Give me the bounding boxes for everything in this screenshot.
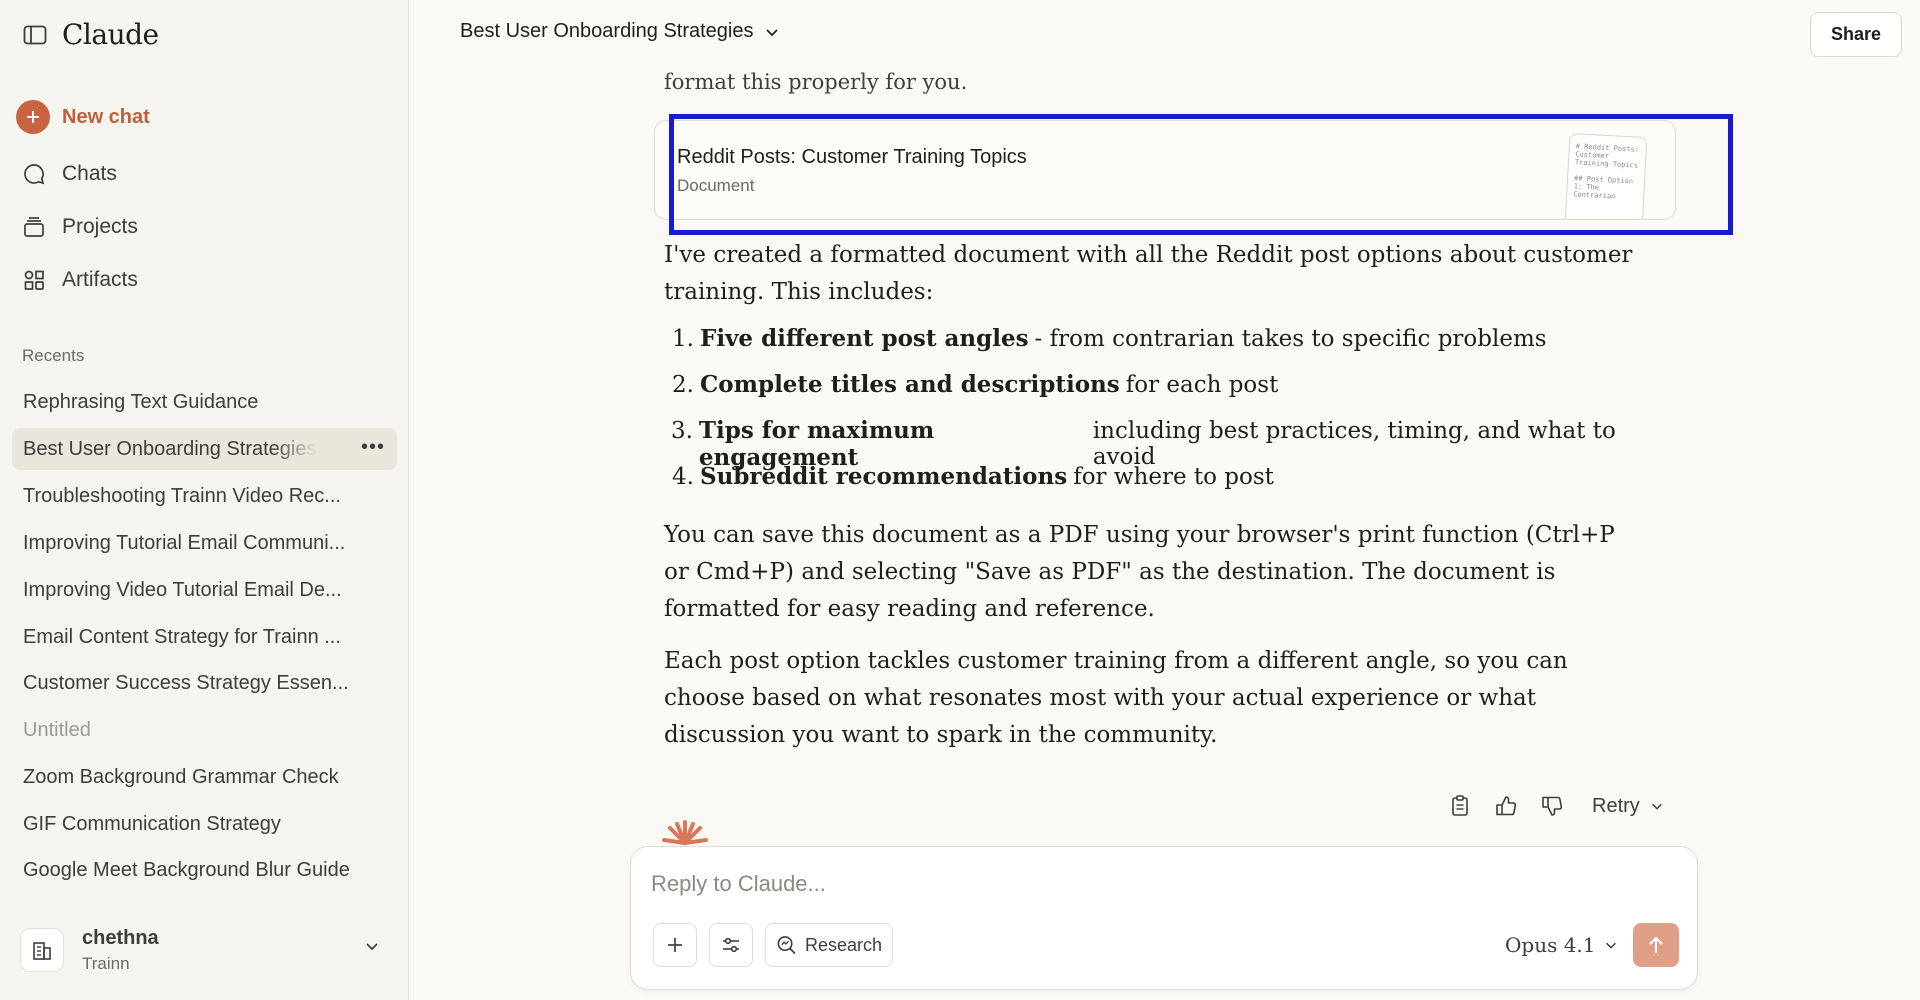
chat-bubble-icon: [22, 162, 46, 186]
arrow-up-icon: [1649, 936, 1663, 953]
brand-logo[interactable]: Claude: [62, 18, 159, 51]
artifact-card[interactable]: Reddit Posts: Customer Training Topics D…: [654, 120, 1676, 220]
list-item-bold: Complete titles and descriptions: [700, 371, 1120, 398]
building-icon: [20, 928, 64, 972]
message-list: 1. Five different post angles - from contr…: [664, 325, 1664, 509]
list-item-text: for where to post: [1073, 464, 1274, 490]
new-chat-label: New chat: [62, 105, 150, 128]
folder-stack-icon: [22, 215, 46, 239]
conversation-title-dropdown[interactable]: Best User Onboarding Strategies: [460, 20, 780, 43]
nav-artifacts-label: Artifacts: [62, 268, 138, 291]
claude-spark-icon: [660, 818, 710, 848]
plus-icon: [668, 938, 682, 952]
sliders-icon: [723, 937, 739, 953]
research-button[interactable]: Research: [765, 923, 893, 967]
list-item: 1. Five different post angles - from contr…: [664, 325, 1664, 371]
chevron-down-icon: [764, 24, 780, 40]
recent-chat-item[interactable]: Untitled: [12, 709, 397, 751]
list-item: 2. Complete titles and descriptions for ea…: [664, 371, 1664, 417]
recent-chat-item[interactable]: Improving Video Tutorial Email De...: [12, 569, 397, 611]
recent-chat-title: Rephrasing Text Guidance: [23, 390, 259, 413]
recent-chat-title: Improving Video Tutorial Email De...: [23, 578, 342, 601]
artifact-thumbnail: # Reddit Posts: Customer Training Topics…: [1564, 133, 1648, 219]
list-item-bold: Five different post angles: [700, 325, 1029, 352]
recent-chat-item[interactable]: Rephrasing Text Guidance: [12, 381, 397, 423]
nav-chats[interactable]: Chats: [22, 162, 117, 186]
research-search-icon: [777, 936, 796, 955]
user-name: chethna: [82, 926, 159, 949]
artifact-title: Reddit Posts: Customer Training Topics: [677, 146, 1027, 168]
research-label: Research: [804, 934, 882, 955]
send-button[interactable]: [1633, 923, 1679, 967]
recent-chat-item-active[interactable]: Best User Onboarding Strategies •••: [12, 428, 397, 470]
recent-chat-title: Improving Tutorial Email Communi...: [23, 531, 346, 554]
message-paragraph: Each post option tackles customer traini…: [664, 648, 1568, 748]
retry-button[interactable]: Retry: [1592, 795, 1664, 818]
recent-chat-item[interactable]: Google Meet Background Blur Guide: [12, 849, 397, 891]
recent-chat-item[interactable]: Customer Success Strategy Essen...: [12, 662, 397, 704]
sidebar-top: Claude: [22, 18, 159, 51]
chevron-down-icon: [1651, 803, 1662, 810]
list-number: 2.: [672, 372, 694, 398]
nav-projects-label: Projects: [62, 215, 138, 238]
recent-chat-item[interactable]: Improving Tutorial Email Communi...: [12, 522, 397, 564]
user-org: Trainn: [82, 953, 130, 973]
artifact-type: Document: [677, 176, 755, 195]
message-paragraph: I've created a formatted document with a…: [664, 242, 1633, 305]
message-actions: Retry: [1440, 788, 1664, 824]
recent-chat-item[interactable]: Zoom Background Grammar Check: [12, 756, 397, 798]
nav-chats-label: Chats: [62, 162, 117, 185]
message-text-fragment: format this properly for you.: [664, 70, 968, 94]
chevron-down-icon: [364, 938, 380, 959]
message-paragraph: You can save this document as a PDF usin…: [664, 522, 1615, 622]
recent-chat-title: Untitled: [23, 718, 91, 741]
nav-projects[interactable]: Projects: [22, 215, 138, 239]
recent-chat-title: Best User Onboarding Strategies: [23, 437, 317, 460]
recent-chat-title: Email Content Strategy for Trainn ...: [23, 625, 341, 648]
list-item-text: including best practices, timing, and wh…: [1092, 418, 1616, 470]
chevron-down-icon: [1605, 942, 1616, 949]
add-attachment-button[interactable]: [653, 923, 697, 967]
list-item-text: - from contrarian takes to specific prob…: [1034, 326, 1547, 352]
copy-icon[interactable]: [1440, 788, 1480, 824]
list-item: 3. Tips for maximum engagement including b…: [664, 417, 1664, 471]
nav-artifacts[interactable]: Artifacts: [22, 268, 138, 292]
user-menu[interactable]: chethna Trainn: [20, 922, 380, 978]
recent-chat-title: Google Meet Background Blur Guide: [23, 858, 350, 881]
thumbs-up-icon[interactable]: [1486, 788, 1526, 824]
recents-heading: Recents: [22, 346, 85, 365]
list-number: 1.: [672, 326, 694, 352]
retry-label: Retry: [1592, 794, 1640, 817]
recent-chat-item[interactable]: GIF Communication Strategy: [12, 803, 397, 845]
new-chat-button[interactable]: New chat: [16, 100, 150, 134]
recent-chat-title: Customer Success Strategy Essen...: [23, 671, 349, 694]
recent-chat-title: Troubleshooting Trainn Video Rec...: [23, 484, 341, 507]
conversation-title: Best User Onboarding Strategies: [460, 20, 754, 42]
list-number: 4.: [672, 464, 694, 490]
sidebar-toggle-icon[interactable]: [22, 22, 48, 48]
list-item-text: for each post: [1125, 372, 1279, 398]
composer: Research Opus 4.1: [630, 846, 1698, 990]
thumbs-down-icon[interactable]: [1532, 788, 1572, 824]
conversation-header: Best User Onboarding Strategies Share: [410, 0, 1920, 68]
model-name: Opus 4.1: [1505, 933, 1596, 957]
artifact-thumbnail-text: # Reddit Posts: Customer Training Topics…: [1573, 142, 1644, 201]
recent-chat-title: Zoom Background Grammar Check: [23, 765, 339, 788]
recent-chat-title: GIF Communication Strategy: [23, 812, 281, 835]
reply-input[interactable]: [651, 871, 1551, 897]
sidebar: Claude New chat Chats Projects Artifacts…: [0, 0, 409, 1000]
model-selector[interactable]: Opus 4.1: [1505, 933, 1618, 957]
tools-button[interactable]: [709, 923, 753, 967]
share-button[interactable]: Share: [1810, 12, 1902, 57]
artifacts-icon: [22, 268, 46, 292]
plus-icon: [16, 100, 50, 134]
list-number: 3.: [670, 418, 693, 444]
more-options-icon[interactable]: •••: [361, 436, 385, 459]
recent-chat-item[interactable]: Troubleshooting Trainn Video Rec...: [12, 475, 397, 517]
recent-chat-item[interactable]: Email Content Strategy for Trainn ...: [12, 616, 397, 658]
list-item-bold: Subreddit recommendations: [700, 463, 1068, 490]
